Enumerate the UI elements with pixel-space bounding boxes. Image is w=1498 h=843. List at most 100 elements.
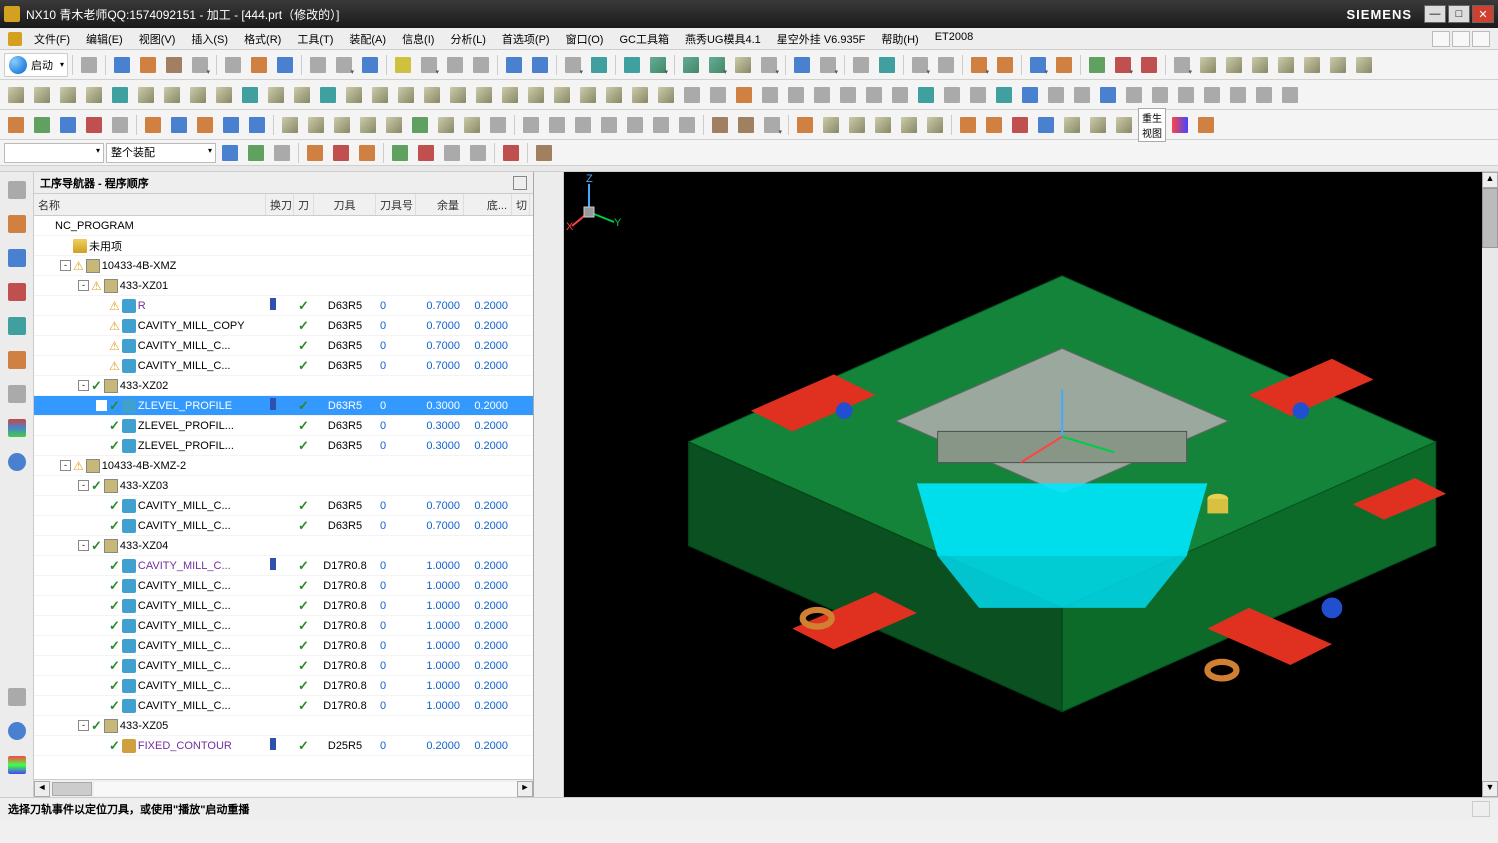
tb1-btn-34[interactable] xyxy=(1052,53,1076,77)
start-button[interactable]: 启动 xyxy=(4,53,68,77)
tb3-btn-7[interactable] xyxy=(193,113,217,137)
tb3-btn-30[interactable] xyxy=(819,113,843,137)
tb4-btn-0[interactable] xyxy=(218,141,242,165)
menu-item-10[interactable]: 窗口(O) xyxy=(558,29,612,49)
rail-constraint-button[interactable] xyxy=(5,382,29,406)
tree-row-15[interactable]: ✓ CAVITY_MILL_C... ✓ D63R5 0 0.7000 0.20… xyxy=(34,516,533,536)
filter-combo[interactable] xyxy=(4,143,104,163)
tree-row-12[interactable]: -⚠ 10433-4B-XMZ-2 xyxy=(34,456,533,476)
tb1-btn-32[interactable] xyxy=(993,53,1017,77)
tree-row-25[interactable]: -✓ 433-XZ05 xyxy=(34,716,533,736)
close-button[interactable]: ✕ xyxy=(1472,5,1494,23)
tb1-btn-39[interactable] xyxy=(1196,53,1220,77)
hscroll-track[interactable] xyxy=(94,782,517,796)
tb4-btn-7[interactable] xyxy=(414,141,438,165)
expand-toggle[interactable]: - xyxy=(78,380,89,391)
tb1-btn-12[interactable] xyxy=(417,53,441,77)
tb2-btn-41[interactable] xyxy=(1070,83,1094,107)
rail-operation-nav-button[interactable] xyxy=(5,212,29,236)
tb1-btn-27[interactable] xyxy=(849,53,873,77)
menu-item-9[interactable]: 首选项(P) xyxy=(494,29,558,49)
tb4-btn-6[interactable] xyxy=(388,141,412,165)
menu-item-11[interactable]: GC工具箱 xyxy=(611,29,677,49)
tb3-btn-31[interactable] xyxy=(845,113,869,137)
tb3-btn-24[interactable] xyxy=(649,113,673,137)
mdi-minimize-button[interactable] xyxy=(1432,31,1450,47)
expand-toggle[interactable]: - xyxy=(78,720,89,731)
pin-button[interactable] xyxy=(513,176,527,190)
tb2-btn-23[interactable] xyxy=(602,83,626,107)
tb4-btn-5[interactable] xyxy=(355,141,379,165)
tree-row-22[interactable]: ✓ CAVITY_MILL_C... ✓ D17R0.8 0 1.0000 0.… xyxy=(34,656,533,676)
minimize-button[interactable]: — xyxy=(1424,5,1446,23)
tb3-btn-13[interactable] xyxy=(356,113,380,137)
viewport-vscroll[interactable]: ▲ ▼ xyxy=(1482,172,1498,797)
tb1-btn-24[interactable] xyxy=(757,53,781,77)
tb3-btn-1[interactable] xyxy=(30,113,54,137)
tb1-btn-44[interactable] xyxy=(1326,53,1350,77)
tree-row-26[interactable]: ✓ FIXED_CONTOUR ✓ D25R5 0 0.2000 0.2000 xyxy=(34,736,533,756)
tb2-btn-10[interactable] xyxy=(264,83,288,107)
tb1-btn-38[interactable] xyxy=(1170,53,1194,77)
tb3-btn-32[interactable] xyxy=(871,113,895,137)
tb1-btn-9[interactable] xyxy=(332,53,356,77)
tb1-btn-8[interactable] xyxy=(306,53,330,77)
tb1-btn-41[interactable] xyxy=(1248,53,1272,77)
rail-assembly-button[interactable] xyxy=(5,348,29,372)
rail-geometry-button[interactable] xyxy=(5,280,29,304)
tb2-btn-33[interactable] xyxy=(862,83,886,107)
menu-item-6[interactable]: 装配(A) xyxy=(341,29,394,49)
tree-row-24[interactable]: ✓ CAVITY_MILL_C... ✓ D17R0.8 0 1.0000 0.… xyxy=(34,696,533,716)
tb2-btn-35[interactable] xyxy=(914,83,938,107)
tb4-btn-10[interactable] xyxy=(499,141,523,165)
tree-row-3[interactable]: -⚠ 433-XZ01 xyxy=(34,276,533,296)
tb2-btn-11[interactable] xyxy=(290,83,314,107)
tb4-btn-11[interactable] xyxy=(532,141,556,165)
tb1-btn-33[interactable] xyxy=(1026,53,1050,77)
rail-machine-tool-button[interactable] xyxy=(5,246,29,270)
col-name[interactable]: 名称 xyxy=(34,194,266,215)
menu-item-14[interactable]: 帮助(H) xyxy=(873,29,926,49)
tb2-btn-20[interactable] xyxy=(524,83,548,107)
menu-item-7[interactable]: 信息(I) xyxy=(394,29,442,49)
tb3-last-btn[interactable] xyxy=(1194,113,1218,137)
tb3-btn-8[interactable] xyxy=(219,113,243,137)
tree-row-17[interactable]: ✓ CAVITY_MILL_C... ✓ D17R0.8 0 1.0000 0.… xyxy=(34,556,533,576)
tree-row-23[interactable]: ✓ CAVITY_MILL_C... ✓ D17R0.8 0 1.0000 0.… xyxy=(34,676,533,696)
tb3-btn-33[interactable] xyxy=(897,113,921,137)
tb2-btn-46[interactable] xyxy=(1200,83,1224,107)
tree-row-21[interactable]: ✓ CAVITY_MILL_C... ✓ D17R0.8 0 1.0000 0.… xyxy=(34,636,533,656)
tb2-btn-44[interactable] xyxy=(1148,83,1172,107)
expand-toggle[interactable]: - xyxy=(78,280,89,291)
tb3-btn-35[interactable] xyxy=(956,113,980,137)
rail-info-button[interactable] xyxy=(5,450,29,474)
tb2-btn-31[interactable] xyxy=(810,83,834,107)
vscroll-up-button[interactable]: ▲ xyxy=(1482,172,1498,188)
tree-row-2[interactable]: -⚠ 10433-4B-XMZ xyxy=(34,256,533,276)
tb2-btn-28[interactable] xyxy=(732,83,756,107)
rail-help-button[interactable] xyxy=(5,685,29,709)
menu-item-12[interactable]: 燕秀UG模具4.1 xyxy=(677,29,769,49)
tb1-btn-25[interactable] xyxy=(790,53,814,77)
tb4-btn-3[interactable] xyxy=(303,141,327,165)
menu-item-1[interactable]: 编辑(E) xyxy=(78,29,131,49)
tb4-btn-1[interactable] xyxy=(244,141,268,165)
tb2-btn-2[interactable] xyxy=(56,83,80,107)
tb1-btn-7[interactable] xyxy=(273,53,297,77)
tb1-btn-3[interactable] xyxy=(162,53,186,77)
tb3-btn-5[interactable] xyxy=(141,113,165,137)
tb2-btn-15[interactable] xyxy=(394,83,418,107)
tree-row-10[interactable]: ✓ ZLEVEL_PROFIL... ✓ D63R5 0 0.3000 0.20… xyxy=(34,416,533,436)
tb1-btn-29[interactable] xyxy=(908,53,932,77)
tb1-btn-26[interactable] xyxy=(816,53,840,77)
tree-row-16[interactable]: -✓ 433-XZ04 xyxy=(34,536,533,556)
tb1-btn-22[interactable] xyxy=(705,53,729,77)
tb2-btn-7[interactable] xyxy=(186,83,210,107)
tb2-btn-38[interactable] xyxy=(992,83,1016,107)
rail-settings-button[interactable] xyxy=(5,178,29,202)
tb1-btn-6[interactable] xyxy=(247,53,271,77)
tb1-btn-20[interactable] xyxy=(646,53,670,77)
hscroll-thumb[interactable] xyxy=(52,782,92,796)
tb1-btn-18[interactable] xyxy=(587,53,611,77)
tb2-btn-39[interactable] xyxy=(1018,83,1042,107)
